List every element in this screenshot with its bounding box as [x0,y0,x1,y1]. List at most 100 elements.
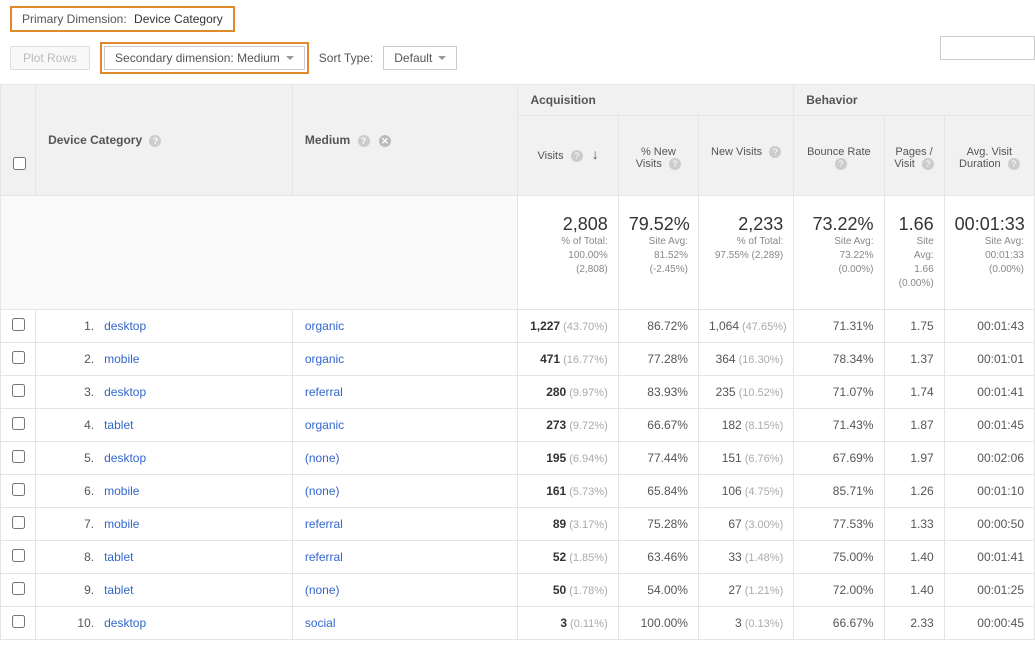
device-cell[interactable]: 2.mobile [36,343,293,376]
row-checkbox[interactable] [12,318,25,331]
bounce-cell: 77.53% [794,508,884,541]
new-visits-pct-cell: 100.00% [618,607,698,640]
visits-cell: 1,227(43.70%) [518,310,618,343]
new-visits-pct-cell: 83.93% [618,376,698,409]
duration-cell: 00:01:43 [944,310,1034,343]
summary-visits: 2,808 % of Total: 100.00% (2,808) [518,196,618,310]
plot-rows-button[interactable]: Plot Rows [10,46,90,70]
visits-column-header[interactable]: Visits ? ↓ [518,116,618,196]
new-visits-cell: 182(8.15%) [698,409,793,442]
new-visits-pct-cell: 75.28% [618,508,698,541]
row-checkbox[interactable] [12,516,25,529]
medium-cell[interactable]: referral [292,376,518,409]
device-cell[interactable]: 3.desktop [36,376,293,409]
table-row: 5.desktop(none)195(6.94%)77.44%151(6.76%… [1,442,1035,475]
medium-cell[interactable]: organic [292,310,518,343]
row-checkbox[interactable] [12,450,25,463]
new-visits-pct-column-header[interactable]: % New Visits ? [618,116,698,196]
duration-cell: 00:01:25 [944,574,1034,607]
bounce-cell: 67.69% [794,442,884,475]
visits-cell: 161(5.73%) [518,475,618,508]
pages-cell: 1.97 [884,442,944,475]
medium-header[interactable]: Medium ? ✕ [292,85,518,196]
device-category-header[interactable]: Device Category ? [36,85,293,196]
help-icon[interactable]: ? [571,150,583,162]
medium-cell[interactable]: (none) [292,574,518,607]
row-checkbox[interactable] [12,549,25,562]
medium-cell[interactable]: referral [292,508,518,541]
row-checkbox[interactable] [12,417,25,430]
row-checkbox[interactable] [12,483,25,496]
summary-row: 2,808 % of Total: 100.00% (2,808) 79.52%… [1,196,1035,310]
duration-cell: 00:00:50 [944,508,1034,541]
search-input[interactable] [940,36,1035,60]
medium-cell[interactable]: (none) [292,475,518,508]
row-checkbox[interactable] [12,582,25,595]
select-all-checkbox[interactable] [13,157,26,170]
bounce-cell: 75.00% [794,541,884,574]
medium-cell[interactable]: organic [292,409,518,442]
medium-cell[interactable]: organic [292,343,518,376]
new-visits-cell: 33(1.48%) [698,541,793,574]
pages-visit-column-header[interactable]: Pages / Visit ? [884,116,944,196]
duration-cell: 00:01:45 [944,409,1034,442]
acquisition-header: Acquisition [518,85,794,116]
device-cell[interactable]: 5.desktop [36,442,293,475]
table-row: 7.mobilereferral89(3.17%)75.28%67(3.00%)… [1,508,1035,541]
visits-cell: 89(3.17%) [518,508,618,541]
device-cell[interactable]: 1.desktop [36,310,293,343]
remove-dimension-icon[interactable]: ✕ [379,135,391,147]
help-icon[interactable]: ? [769,146,781,158]
medium-cell[interactable]: referral [292,541,518,574]
secondary-dimension-dropdown[interactable]: Secondary dimension: Medium [104,46,305,70]
primary-dimension-box: Primary Dimension: Device Category [10,6,235,32]
device-cell[interactable]: 7.mobile [36,508,293,541]
row-checkbox[interactable] [12,615,25,628]
avg-duration-column-header[interactable]: Avg. Visit Duration ? [944,116,1034,196]
sort-type-dropdown[interactable]: Default [383,46,457,70]
new-visits-pct-cell: 54.00% [618,574,698,607]
row-checkbox[interactable] [12,384,25,397]
new-visits-cell: 67(3.00%) [698,508,793,541]
new-visits-pct-cell: 63.46% [618,541,698,574]
device-cell[interactable]: 4.tablet [36,409,293,442]
sort-type-value: Default [394,51,432,65]
bounce-rate-column-header[interactable]: Bounce Rate ? [794,116,884,196]
behavior-header: Behavior [794,85,1035,116]
help-icon[interactable]: ? [358,135,370,147]
device-cell[interactable]: 8.tablet [36,541,293,574]
visits-cell: 3(0.11%) [518,607,618,640]
new-visits-column-header[interactable]: New Visits ? [698,116,793,196]
visits-cell: 471(16.77%) [518,343,618,376]
help-icon[interactable]: ? [835,158,847,170]
summary-new-visits: 2,233 % of Total: 97.55% (2,289) [698,196,793,310]
table-row: 10.desktopsocial3(0.11%)100.00%3(0.13%)6… [1,607,1035,640]
caret-down-icon [286,56,294,60]
device-cell[interactable]: 6.mobile [36,475,293,508]
sort-desc-icon: ↓ [592,146,599,162]
new-visits-cell: 151(6.76%) [698,442,793,475]
help-icon[interactable]: ? [922,158,934,170]
pages-cell: 1.74 [884,376,944,409]
help-icon[interactable]: ? [1008,158,1020,170]
device-cell[interactable]: 10.desktop [36,607,293,640]
row-checkbox[interactable] [12,351,25,364]
table-row: 6.mobile(none)161(5.73%)65.84%106(4.75%)… [1,475,1035,508]
duration-cell: 00:01:41 [944,541,1034,574]
new-visits-pct-cell: 66.67% [618,409,698,442]
help-icon[interactable]: ? [149,135,161,147]
pages-cell: 1.37 [884,343,944,376]
medium-cell[interactable]: (none) [292,442,518,475]
report-table: Device Category ? Medium ? ✕ Acquisition… [0,84,1035,640]
primary-dimension-label: Primary Dimension: [22,12,127,26]
pages-cell: 2.33 [884,607,944,640]
help-icon[interactable]: ? [669,158,681,170]
new-visits-cell: 106(4.75%) [698,475,793,508]
bounce-cell: 72.00% [794,574,884,607]
visits-cell: 273(9.72%) [518,409,618,442]
new-visits-pct-cell: 86.72% [618,310,698,343]
device-cell[interactable]: 9.tablet [36,574,293,607]
bounce-cell: 78.34% [794,343,884,376]
summary-bounce-rate: 73.22% Site Avg: 73.22% (0.00%) [794,196,884,310]
medium-cell[interactable]: social [292,607,518,640]
